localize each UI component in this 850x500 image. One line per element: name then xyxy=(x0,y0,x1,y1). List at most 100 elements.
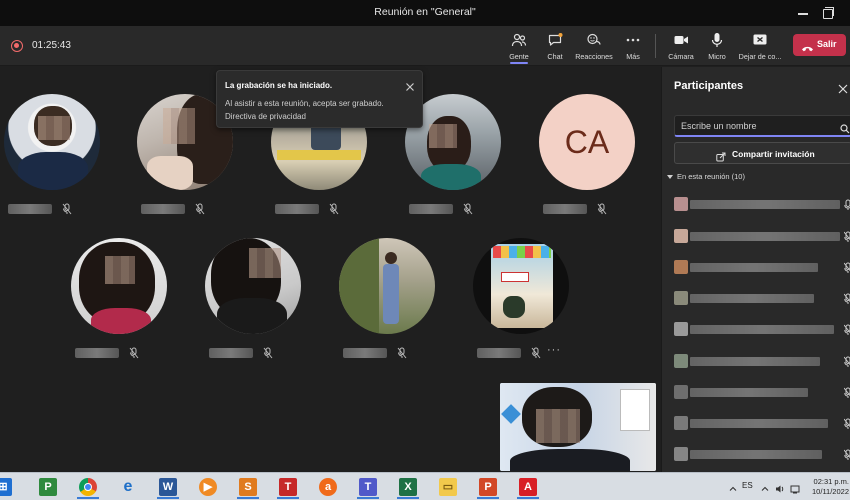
mic-off-icon xyxy=(843,230,850,242)
chat-icon xyxy=(547,32,563,48)
in-meeting-label: En esta reunión (10) xyxy=(677,172,745,181)
more-options-icon[interactable]: ··· xyxy=(547,344,561,356)
participant-name xyxy=(343,348,387,358)
taskbar-app[interactable]: a xyxy=(311,475,345,499)
notification-title: La grabación se ha iniciado. xyxy=(225,81,333,90)
participant-tile[interactable] xyxy=(0,94,112,224)
participant-initials: CA xyxy=(564,124,610,160)
participant-list-item[interactable] xyxy=(674,322,850,336)
window-title: Reunión en "General" xyxy=(374,6,476,18)
participant-tile[interactable] xyxy=(59,238,179,368)
participant-tile[interactable] xyxy=(327,238,447,368)
system-clock[interactable]: 02:31 p.m. 10/11/2022 xyxy=(805,477,849,497)
panel-title: Participantes xyxy=(674,80,744,92)
window-titlebar: Reunión en "General" xyxy=(0,0,850,26)
participant-list-item[interactable] xyxy=(674,197,850,211)
windows-taskbar: ⊞ P e W ▶ S T a T X ▭ P A ES 02:31 p.m. … xyxy=(0,472,850,500)
mic-off-icon xyxy=(531,346,541,359)
reactions-button[interactable]: Reacciones xyxy=(574,30,614,64)
participant-list-item[interactable] xyxy=(674,447,850,461)
participant-initials-avatar: CA xyxy=(539,94,635,190)
in-meeting-section-toggle[interactable]: En esta reunión (10) xyxy=(667,172,745,181)
close-icon[interactable] xyxy=(405,79,415,91)
volume-icon[interactable] xyxy=(775,481,785,493)
privacy-policy-link[interactable]: Directiva de privacidad xyxy=(225,112,306,121)
self-video-preview[interactable] xyxy=(500,383,656,471)
mic-off-icon xyxy=(129,346,139,359)
participant-list-item[interactable] xyxy=(674,260,850,274)
more-button[interactable]: Más xyxy=(622,30,644,64)
network-icon[interactable] xyxy=(790,481,800,494)
participant-name xyxy=(409,204,453,214)
taskbar-app[interactable]: T xyxy=(351,475,385,499)
taskbar-app[interactable]: S xyxy=(231,475,265,499)
chevron-up-icon[interactable] xyxy=(760,481,770,491)
taskbar-app[interactable] xyxy=(71,475,105,499)
mic-off-icon xyxy=(843,355,850,367)
word-icon: W xyxy=(159,478,177,496)
powerpoint-icon: P xyxy=(479,478,497,496)
share-icon xyxy=(716,149,726,162)
minimize-icon[interactable] xyxy=(796,7,810,19)
more-icon xyxy=(625,32,641,48)
participant-list-item[interactable] xyxy=(674,229,850,243)
taskbar-app[interactable]: P xyxy=(31,475,65,499)
meeting-toolbar: 01:25:43 Gente Chat Reacciones Más Cámar… xyxy=(0,26,850,66)
start-button[interactable]: ⊞ xyxy=(0,475,20,499)
share-invite-label: Compartir invitación xyxy=(732,149,815,159)
chat-button[interactable]: Chat xyxy=(543,30,567,64)
chevron-up-icon[interactable] xyxy=(728,481,738,491)
stop-sharing-label: Dejar de co... xyxy=(738,52,782,61)
chrome-icon xyxy=(79,478,97,496)
participant-tile[interactable] xyxy=(193,238,313,368)
participant-video xyxy=(205,238,301,334)
participant-tile[interactable]: ··· xyxy=(461,238,581,368)
participant-list-item[interactable] xyxy=(674,416,850,430)
recording-icon xyxy=(11,40,23,52)
hang-up-icon xyxy=(801,40,814,52)
leave-button[interactable]: Salir xyxy=(793,34,846,56)
participant-list-item[interactable] xyxy=(674,291,850,305)
camera-icon xyxy=(673,32,689,48)
participants-panel: Participantes Compartir invitación En es… xyxy=(661,67,850,472)
mic-button[interactable]: Micro xyxy=(705,30,729,64)
people-label: Gente xyxy=(509,52,529,61)
restore-icon[interactable] xyxy=(821,7,834,19)
powerpoint-viewer-icon: P xyxy=(39,478,57,496)
taskbar-app[interactable]: A xyxy=(511,475,545,499)
participant-list-item[interactable] xyxy=(674,354,850,368)
camera-label: Cámara xyxy=(668,52,694,61)
tt-app-icon: T xyxy=(279,478,297,496)
taskbar-app[interactable]: P xyxy=(471,475,505,499)
chat-label: Chat xyxy=(547,52,563,61)
participant-list-item[interactable] xyxy=(674,385,850,399)
clock-date: 10/11/2022 xyxy=(812,487,849,496)
participant-tile[interactable]: CA xyxy=(527,94,647,224)
taskbar-app[interactable]: ▶ xyxy=(191,475,225,499)
search-icon[interactable] xyxy=(840,121,850,134)
share-invite-button[interactable]: Compartir invitación xyxy=(674,142,850,164)
taskbar-app[interactable]: W xyxy=(151,475,185,499)
mic-label: Micro xyxy=(708,52,726,61)
participant-name xyxy=(209,348,253,358)
participant-name xyxy=(543,204,587,214)
participant-video xyxy=(4,94,100,190)
close-icon[interactable] xyxy=(838,81,848,94)
mic-off-icon xyxy=(329,202,339,215)
recording-notification: La grabación se ha iniciado. Al asistir … xyxy=(216,70,423,128)
participant-name xyxy=(8,204,52,214)
taskbar-app[interactable]: e xyxy=(111,475,145,499)
stop-sharing-button[interactable]: Dejar de co... xyxy=(737,30,783,64)
search-input[interactable] xyxy=(681,119,831,133)
taskbar-app[interactable]: X xyxy=(391,475,425,499)
toolbar-divider xyxy=(655,34,656,58)
camera-button[interactable]: Cámara xyxy=(667,30,695,64)
reactions-icon xyxy=(586,32,602,48)
taskbar-app[interactable]: T xyxy=(271,475,305,499)
taskbar-app[interactable]: ▭ xyxy=(431,475,465,499)
language-indicator[interactable]: ES xyxy=(742,481,753,490)
people-button[interactable]: Gente xyxy=(506,30,532,64)
mic-off-icon xyxy=(463,202,473,215)
participant-video xyxy=(71,238,167,334)
participant-name xyxy=(141,204,185,214)
